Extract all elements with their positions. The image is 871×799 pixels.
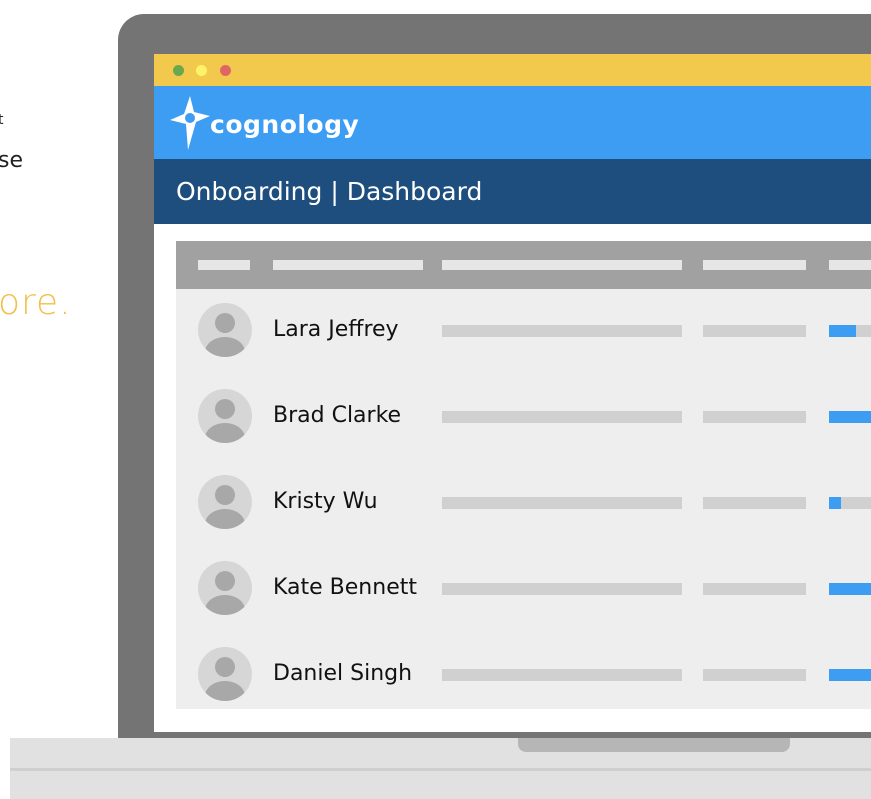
progress-fill <box>829 497 841 509</box>
avatar-icon <box>198 647 252 701</box>
laptop-hinge-notch <box>518 738 790 752</box>
table-row[interactable]: Daniel Singh <box>176 633 871 719</box>
placeholder-cell <box>703 583 806 595</box>
column-header[interactable] <box>273 260 423 270</box>
avatar-icon <box>198 389 252 443</box>
brand-name[interactable]: cognology <box>210 110 359 139</box>
window-titlebar <box>154 54 871 86</box>
employee-name[interactable]: Kristy Wu <box>273 489 378 514</box>
placeholder-cell <box>442 497 682 509</box>
onboarding-progress-bar <box>829 411 871 423</box>
onboarding-table: Lara Jeffrey Brad Clarke Kristy Wu Kate Ben… <box>176 241 871 709</box>
marketing-headline-fragment: ore. <box>0 282 72 323</box>
table-row[interactable]: Lara Jeffrey <box>176 289 871 375</box>
employee-name[interactable]: Lara Jeffrey <box>273 317 399 342</box>
onboarding-progress-bar <box>829 583 871 595</box>
placeholder-cell <box>442 411 682 423</box>
employee-name[interactable]: Brad Clarke <box>273 403 401 428</box>
placeholder-cell <box>442 325 682 337</box>
progress-fill <box>829 411 871 423</box>
marketing-text-fragment: t <box>0 112 4 128</box>
progress-fill <box>829 325 856 337</box>
progress-fill <box>829 583 871 595</box>
placeholder-cell <box>703 325 806 337</box>
column-header[interactable] <box>703 260 806 270</box>
avatar-icon <box>198 303 252 357</box>
table-header <box>176 241 871 289</box>
page-title: Onboarding | Dashboard <box>176 177 483 206</box>
placeholder-cell <box>703 669 806 681</box>
window-close-dot[interactable] <box>173 65 184 76</box>
window-maximize-dot[interactable] <box>220 65 231 76</box>
table-row[interactable]: Brad Clarke <box>176 375 871 461</box>
column-header[interactable] <box>442 260 682 270</box>
onboarding-progress-bar <box>829 669 871 681</box>
laptop-base <box>10 738 871 799</box>
column-header[interactable] <box>198 260 250 270</box>
laptop-base-shade <box>10 768 871 771</box>
avatar-icon <box>198 561 252 615</box>
avatar-icon <box>198 475 252 529</box>
placeholder-cell <box>442 669 682 681</box>
marketing-text-fragment: se <box>0 148 23 173</box>
brand-header: cognology <box>154 86 871 159</box>
page-navbar: Onboarding | Dashboard <box>154 159 871 224</box>
employee-name[interactable]: Kate Bennett <box>273 575 417 600</box>
table-row[interactable]: Kristy Wu <box>176 461 871 547</box>
progress-fill <box>829 669 871 681</box>
onboarding-progress-bar <box>829 325 871 337</box>
column-header[interactable] <box>829 260 871 270</box>
placeholder-cell <box>442 583 682 595</box>
onboarding-progress-bar <box>829 497 871 509</box>
placeholder-cell <box>703 497 806 509</box>
table-row[interactable]: Kate Bennett <box>176 547 871 633</box>
laptop-screen: cognology Onboarding | Dashboard Lara Je… <box>154 54 871 732</box>
window-minimize-dot[interactable] <box>196 65 207 76</box>
cognology-logo-icon <box>170 96 210 150</box>
employee-name[interactable]: Daniel Singh <box>273 661 412 686</box>
placeholder-cell <box>703 411 806 423</box>
